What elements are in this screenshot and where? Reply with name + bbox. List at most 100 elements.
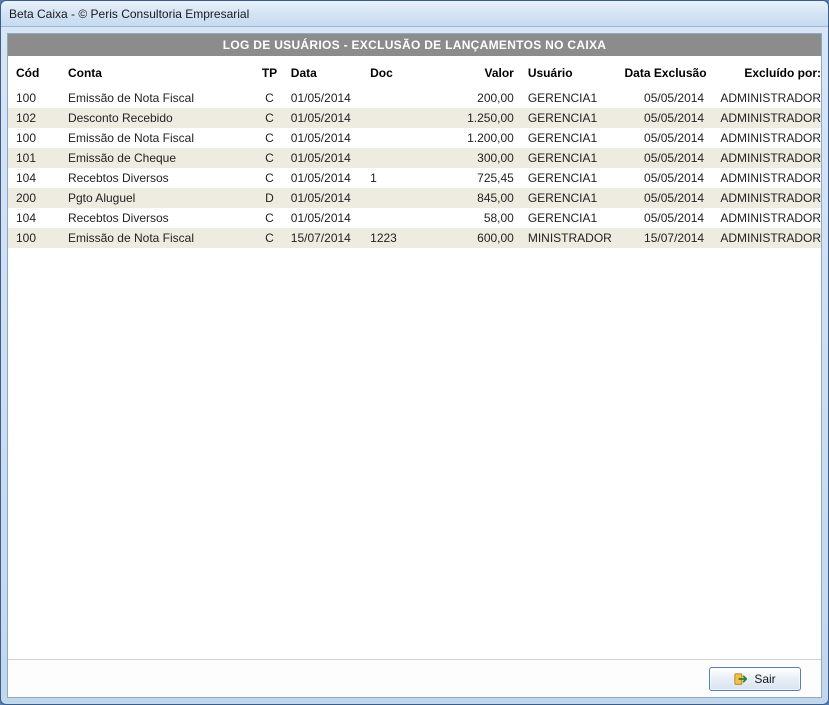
cell-data: 01/05/2014: [287, 108, 366, 128]
cell-valor: 300,00: [427, 148, 524, 168]
cell-cod: 101: [8, 148, 64, 168]
col-header-usuario[interactable]: Usuário: [524, 56, 621, 88]
cell-conta: Emissão de Nota Fiscal: [64, 228, 252, 248]
cell-conta: Pgto Aluguel: [64, 188, 252, 208]
cell-usuario: MINISTRADOR: [524, 228, 621, 248]
cell-excpor: ADMINISTRADOR: [714, 228, 821, 248]
cell-conta: Emissão de Nota Fiscal: [64, 88, 252, 108]
cell-excpor: ADMINISTRADOR: [714, 208, 821, 228]
cell-dataex: 05/05/2014: [621, 208, 715, 228]
cell-doc: [366, 108, 427, 128]
table-row[interactable]: 104Recebtos DiversosC01/05/20141725,45GE…: [8, 168, 821, 188]
col-header-doc[interactable]: Doc: [366, 56, 427, 88]
cell-valor: 600,00: [427, 228, 524, 248]
cell-usuario: GERENCIA1: [524, 88, 621, 108]
cell-excpor: ADMINISTRADOR: [714, 88, 821, 108]
cell-doc: 1223: [366, 228, 427, 248]
cell-dataex: 05/05/2014: [621, 108, 715, 128]
report-title: LOG DE USUÁRIOS - EXCLUSÃO DE LANÇAMENTO…: [223, 38, 606, 52]
cell-conta: Recebtos Diversos: [64, 168, 252, 188]
cell-excpor: ADMINISTRADOR: [714, 108, 821, 128]
cell-tp: C: [252, 148, 287, 168]
cell-conta: Emissão de Nota Fiscal: [64, 128, 252, 148]
cell-dataex: 15/07/2014: [621, 228, 715, 248]
log-table: Cód Conta TP Data Doc Valor Usuário Data…: [8, 56, 821, 248]
cell-cod: 100: [8, 128, 64, 148]
table-row[interactable]: 200Pgto AluguelD01/05/2014 845,00GERENCIA…: [8, 188, 821, 208]
client-area: LOG DE USUÁRIOS - EXCLUSÃO DE LANÇAMENTO…: [7, 33, 822, 698]
cell-data: 15/07/2014: [287, 228, 366, 248]
cell-doc: [366, 88, 427, 108]
app-window: Beta Caixa - © Peris Consultoria Empresa…: [0, 0, 829, 705]
cell-cod: 104: [8, 168, 64, 188]
window-titlebar[interactable]: Beta Caixa - © Peris Consultoria Empresa…: [1, 1, 828, 27]
col-header-cod[interactable]: Cód: [8, 56, 64, 88]
cell-valor: 1.200,00: [427, 128, 524, 148]
cell-tp: D: [252, 188, 287, 208]
table-header-row: Cód Conta TP Data Doc Valor Usuário Data…: [8, 56, 821, 88]
cell-dataex: 05/05/2014: [621, 148, 715, 168]
cell-excpor: ADMINISTRADOR: [714, 148, 821, 168]
col-header-data[interactable]: Data: [287, 56, 366, 88]
cell-dataex: 05/05/2014: [621, 88, 715, 108]
cell-usuario: GERENCIA1: [524, 168, 621, 188]
cell-valor: 1.250,00: [427, 108, 524, 128]
table-row[interactable]: 100Emissão de Nota FiscalC01/05/2014 1.20…: [8, 128, 821, 148]
col-header-dataexclusao[interactable]: Data Exclusão: [621, 56, 715, 88]
table-row[interactable]: 104Recebtos DiversosC01/05/201458,00GERE…: [8, 208, 821, 228]
window-title: Beta Caixa - © Peris Consultoria Empresa…: [9, 7, 249, 21]
cell-dataex: 05/05/2014: [621, 188, 715, 208]
cell-conta: Emissão de Cheque: [64, 148, 252, 168]
cell-dataex: 05/05/2014: [621, 128, 715, 148]
cell-usuario: GERENCIA1: [524, 148, 621, 168]
cell-tp: C: [252, 128, 287, 148]
cell-doc: 1: [366, 168, 427, 188]
cell-valor: 845,00: [427, 188, 524, 208]
cell-data: 01/05/2014: [287, 148, 366, 168]
cell-cod: 200: [8, 188, 64, 208]
cell-valor: 200,00: [427, 88, 524, 108]
cell-excpor: ADMINISTRADOR: [714, 188, 821, 208]
exit-icon: [734, 672, 748, 686]
table-row[interactable]: 101Emissão de ChequeC01/05/2014 300,00GER…: [8, 148, 821, 168]
cell-data: 01/05/2014: [287, 168, 366, 188]
cell-doc: [366, 148, 427, 168]
cell-cod: 100: [8, 228, 64, 248]
exit-button-label: Sair: [754, 672, 775, 686]
cell-excpor: ADMINISTRADOR: [714, 168, 821, 188]
cell-usuario: GERENCIA1: [524, 108, 621, 128]
cell-tp: C: [252, 208, 287, 228]
cell-doc: [366, 188, 427, 208]
cell-valor: 725,45: [427, 168, 524, 188]
exit-button[interactable]: Sair: [709, 667, 801, 691]
cell-doc: [366, 208, 427, 228]
table-row[interactable]: 100Emissão de Nota FiscalC01/05/2014 200,…: [8, 88, 821, 108]
col-header-valor[interactable]: Valor: [427, 56, 524, 88]
report-title-banner: LOG DE USUÁRIOS - EXCLUSÃO DE LANÇAMENTO…: [8, 34, 821, 56]
cell-tp: C: [252, 88, 287, 108]
cell-tp: C: [252, 228, 287, 248]
cell-doc: [366, 128, 427, 148]
col-header-excluidopor[interactable]: Excluído por:: [714, 56, 821, 88]
data-grid[interactable]: Cód Conta TP Data Doc Valor Usuário Data…: [8, 56, 821, 659]
cell-usuario: GERENCIA1: [524, 128, 621, 148]
cell-data: 01/05/2014: [287, 128, 366, 148]
cell-excpor: ADMINISTRADOR: [714, 128, 821, 148]
cell-tp: C: [252, 108, 287, 128]
cell-cod: 104: [8, 208, 64, 228]
cell-cod: 102: [8, 108, 64, 128]
cell-conta: Recebtos Diversos: [64, 208, 252, 228]
cell-usuario: GERENCIA1: [524, 188, 621, 208]
cell-usuario: GERENCIA1: [524, 208, 621, 228]
cell-cod: 100: [8, 88, 64, 108]
table-row[interactable]: 100Emissão de Nota FiscalC15/07/20141223…: [8, 228, 821, 248]
col-header-tp[interactable]: TP: [252, 56, 287, 88]
cell-valor: 58,00: [427, 208, 524, 228]
cell-data: 01/05/2014: [287, 88, 366, 108]
table-row[interactable]: 102Desconto RecebidoC01/05/2014 1.250,00G…: [8, 108, 821, 128]
cell-data: 01/05/2014: [287, 188, 366, 208]
col-header-conta[interactable]: Conta: [64, 56, 252, 88]
cell-dataex: 05/05/2014: [621, 168, 715, 188]
cell-conta: Desconto Recebido: [64, 108, 252, 128]
cell-tp: C: [252, 168, 287, 188]
